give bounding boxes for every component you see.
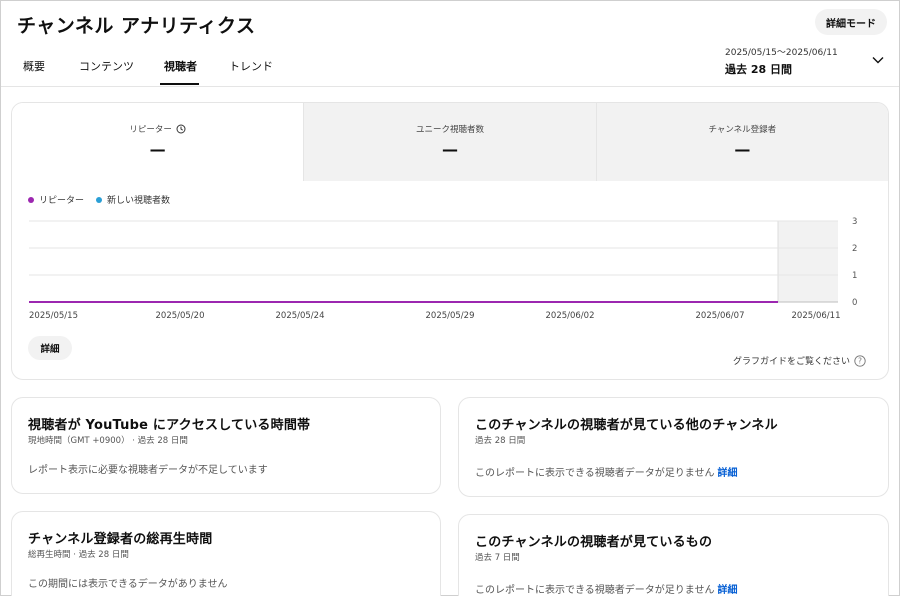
detail-mode-button[interactable]: 詳細モード (815, 9, 887, 35)
metric-value: — (441, 140, 458, 159)
metric-label: ユニーク視聴者数 (415, 125, 484, 135)
chart-detail-button[interactable]: 詳細 (28, 336, 72, 360)
panel-title: このチャンネルの視聴者が見ている他のチャンネル (475, 418, 778, 433)
tab-overview[interactable]: 概要 (11, 55, 67, 85)
panel-title: 視聴者が YouTube にアクセスしている時間帯 (28, 418, 311, 433)
help-icon: ? (854, 354, 866, 367)
tab-trends[interactable]: トレンド (217, 55, 285, 85)
history-icon (176, 124, 186, 134)
x-tick-label: 2025/05/20 (156, 311, 205, 321)
svg-text:?: ? (858, 356, 862, 365)
metric-label: チャンネル登録者 (708, 125, 777, 135)
x-tick-label: 2025/05/15 (29, 311, 78, 321)
nav-tabs: 概要 コンテンツ 視聴者 トレンド (11, 55, 285, 85)
metric-subscribers[interactable]: チャンネル登録者 — (595, 103, 888, 181)
panel-detail-link[interactable]: 詳細 (718, 468, 738, 479)
x-tick-label: 2025/06/07 (696, 311, 745, 321)
page-header: チャンネル アナリティクス 詳細モード 概要 コンテンツ 視聴者 トレンド 20… (1, 1, 899, 87)
date-range-period: 過去 28 日間 (725, 63, 792, 76)
legend-item-returning[interactable]: リピーター (28, 193, 84, 206)
tab-audience[interactable]: 視聴者 (152, 55, 217, 85)
tab-content[interactable]: コンテンツ (67, 55, 152, 85)
legend-dot (96, 196, 103, 203)
partial-data-region (778, 221, 838, 302)
metric-value: — (734, 140, 751, 159)
panel-subtitle: 過去 28 日間 (475, 436, 526, 446)
panel-message: このレポートに表示できる視聴者データが足りません 詳細 (475, 581, 738, 596)
date-range-dates: 2025/05/15～2025/06/11 (725, 48, 838, 58)
x-tick-label: 2025/05/24 (276, 311, 325, 321)
panel-subtitle: 現地時間（GMT +0900） · 過去 28 日間 (28, 436, 188, 446)
chevron-down-icon[interactable] (871, 53, 885, 67)
panel-subscriber-watch-time: チャンネル登録者の総再生時間 総再生時間 · 過去 28 日間 この期間には表示… (11, 511, 441, 596)
panel-title: チャンネル登録者の総再生時間 (28, 532, 213, 547)
x-tick-label: 2025/05/29 (426, 311, 475, 321)
graph-guide-link[interactable]: グラフガイドをご覧ください ? (733, 354, 866, 367)
metric-tabs: リピーター — ユニーク視聴者数 — チャンネル登録者 — (12, 103, 888, 181)
legend-label: リピーター (39, 196, 85, 206)
metric-label: リピーター (129, 125, 172, 135)
page-title: チャンネル アナリティクス (17, 15, 256, 37)
legend-dot (28, 196, 34, 203)
audience-line-chart: 3 2 1 0 2025/05/15 2025/05/20 2025/05/24 2025/0… (29, 217, 857, 321)
panel-message: このレポートに表示できる視聴者データが足りません 詳細 (475, 464, 738, 479)
panel-message-text: このレポートに表示できる視聴者データが足りません (475, 468, 715, 479)
panel-message: レポート表示に必要な視聴者データが不足しています (28, 465, 268, 476)
panel-time-on-youtube: 視聴者が YouTube にアクセスしている時間帯 現地時間（GMT +0900… (11, 397, 441, 494)
metric-value: — (149, 140, 166, 159)
panel-message: この期間には表示できるデータがありません (28, 579, 228, 590)
panel-subtitle: 過去 7 日間 (475, 553, 520, 563)
panel-detail-link[interactable]: 詳細 (718, 585, 738, 596)
chart-legend: リピーター 新しい視聴者数 (28, 193, 170, 206)
y-tick-label: 2 (852, 244, 857, 254)
x-tick-label: 2025/06/11 (792, 311, 841, 321)
panel-title: このチャンネルの視聴者が見ているもの (475, 535, 713, 550)
metric-unique-viewers[interactable]: ユニーク視聴者数 — (303, 103, 596, 181)
y-tick-label: 0 (852, 298, 857, 308)
legend-label: 新しい視聴者数 (107, 196, 171, 206)
x-tick-label: 2025/06/02 (546, 311, 595, 321)
y-tick-label: 3 (852, 217, 857, 227)
panel-other-channels: このチャンネルの視聴者が見ている他のチャンネル 過去 28 日間 このレポートに… (458, 397, 889, 497)
panel-what-viewers-watch: このチャンネルの視聴者が見ているもの 過去 7 日間 このレポートに表示できる視… (458, 514, 889, 596)
graph-guide-label: グラフガイドをご覧ください (732, 357, 850, 367)
legend-item-new[interactable]: 新しい視聴者数 (96, 193, 170, 206)
y-tick-label: 1 (852, 271, 857, 281)
audience-metrics-card: リピーター — ユニーク視聴者数 — チャンネル登録者 — リピーター 新しい視… (11, 102, 889, 380)
date-range-selector[interactable]: 2025/05/15～2025/06/11 過去 28 日間 (725, 45, 838, 77)
panel-subtitle: 総再生時間 · 過去 28 日間 (28, 550, 129, 560)
metric-returning-viewers[interactable]: リピーター — (12, 103, 304, 181)
panel-message-text: このレポートに表示できる視聴者データが足りません (475, 585, 715, 596)
